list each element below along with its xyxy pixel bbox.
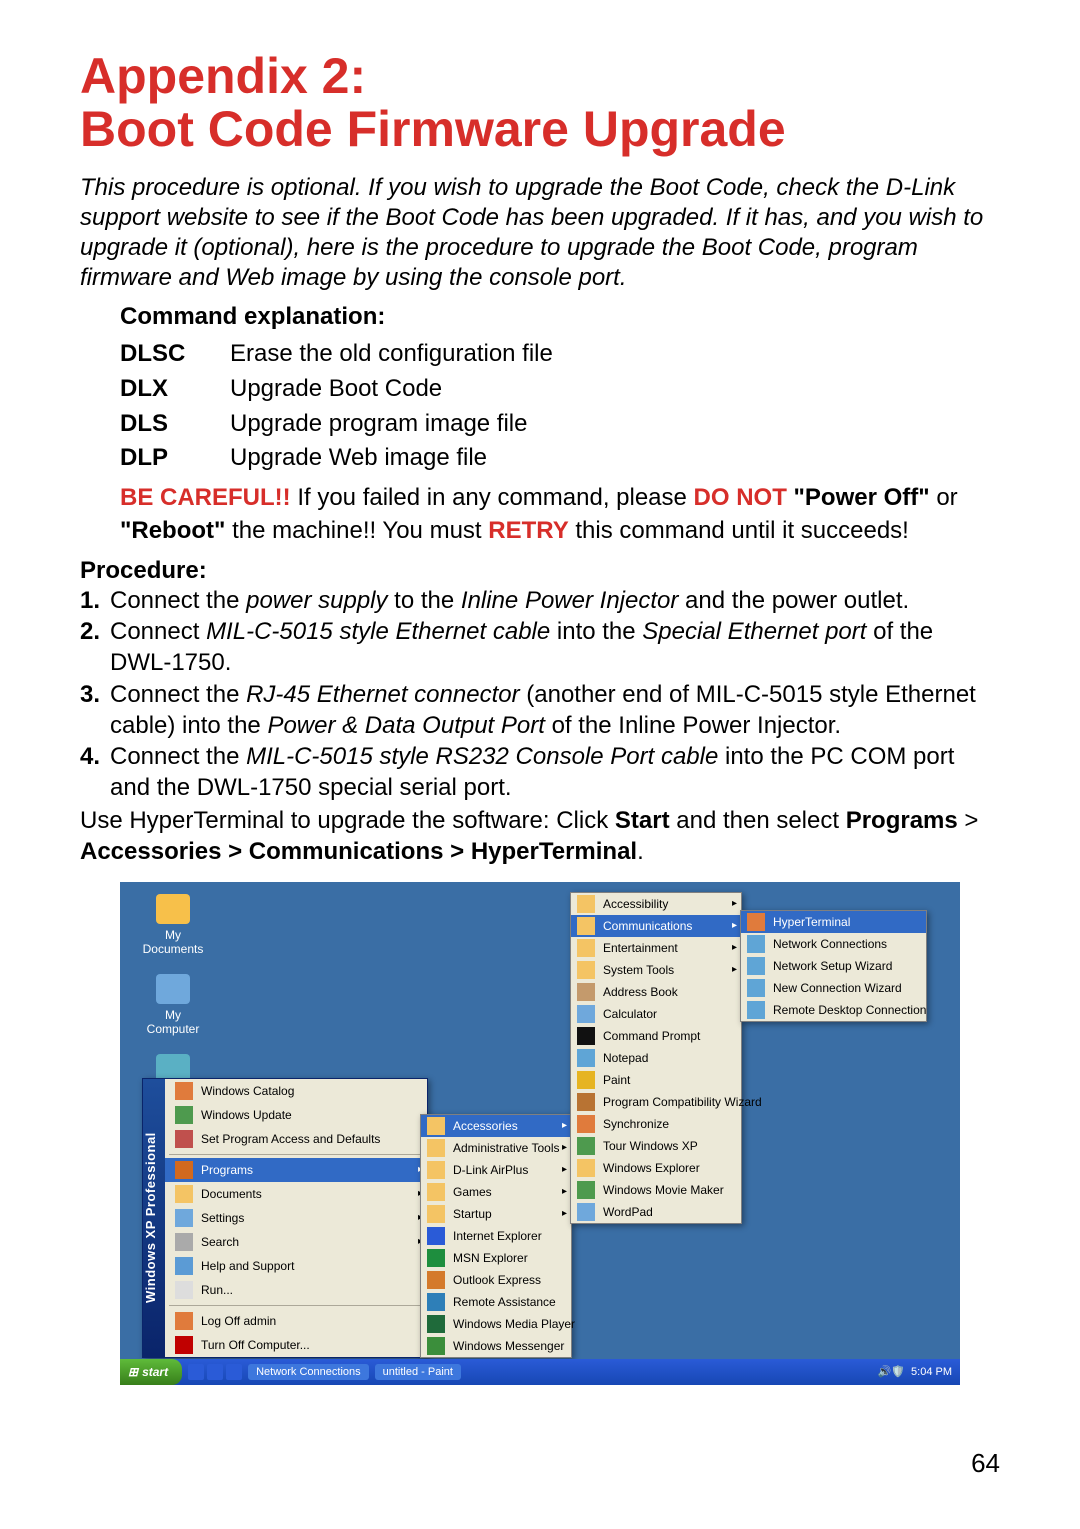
step-number: 4. bbox=[80, 741, 110, 772]
menu-item[interactable]: Network Setup Wizard bbox=[741, 955, 926, 977]
taskbar-item[interactable]: Network Connections bbox=[248, 1364, 369, 1380]
start-button[interactable]: ⊞start bbox=[120, 1359, 182, 1385]
windows-icon: ⊞ bbox=[128, 1365, 138, 1379]
menu-item[interactable]: MSN Explorer bbox=[421, 1247, 571, 1269]
programs-submenu[interactable]: Accessories Administrative Tools D-Link … bbox=[420, 1114, 572, 1358]
document-page: Appendix 2:Boot Code Firmware Upgrade Th… bbox=[0, 0, 1080, 1529]
step-number: 3. bbox=[80, 679, 110, 710]
start-item-update[interactable]: Windows Update bbox=[165, 1103, 427, 1127]
menu-item[interactable]: Startup bbox=[421, 1203, 571, 1225]
menu-item[interactable]: New Connection Wizard bbox=[741, 977, 926, 999]
procedure-step: 1. Connect the power supply to the Inlin… bbox=[80, 585, 1000, 616]
menu-item[interactable]: Command Prompt bbox=[571, 1025, 741, 1047]
start-item-catalog[interactable]: Windows Catalog bbox=[165, 1079, 427, 1103]
menu-item[interactable]: Paint bbox=[571, 1069, 741, 1091]
warn-careful: BE CAREFUL!! bbox=[120, 484, 291, 511]
menu-item[interactable]: Address Book bbox=[571, 981, 741, 1003]
menu-item[interactable]: WordPad bbox=[571, 1201, 741, 1223]
menu-item-accessories[interactable]: Accessories bbox=[421, 1115, 571, 1137]
step-number: 2. bbox=[80, 616, 110, 647]
command-code: DLP bbox=[120, 441, 230, 476]
command-code: DLX bbox=[120, 372, 230, 407]
page-number: 64 bbox=[971, 1448, 1000, 1479]
intro-paragraph: This procedure is optional. If you wish … bbox=[80, 173, 1000, 293]
menu-item[interactable]: Outlook Express bbox=[421, 1269, 571, 1291]
desktop-icon-documents[interactable]: My Documents bbox=[138, 894, 208, 956]
menu-item[interactable]: Program Compatibility Wizard bbox=[571, 1091, 741, 1113]
quick-launch[interactable] bbox=[188, 1364, 242, 1380]
menu-item[interactable]: Calculator bbox=[571, 1003, 741, 1025]
menu-item-communications[interactable]: Communications bbox=[571, 915, 741, 937]
menu-item[interactable]: Games bbox=[421, 1181, 571, 1203]
step-number: 1. bbox=[80, 585, 110, 616]
procedure-heading: Procedure: bbox=[80, 557, 1000, 585]
desktop-icon-computer[interactable]: My Computer bbox=[138, 974, 208, 1036]
start-menu-stripe: Windows XP Professional bbox=[143, 1079, 165, 1357]
menu-item[interactable]: Remote Assistance bbox=[421, 1291, 571, 1313]
menu-item[interactable]: Network Connections bbox=[741, 933, 926, 955]
command-row: DLSC Erase the old configuration file bbox=[120, 337, 1000, 372]
taskbar: ⊞start Network Connections untitled - Pa… bbox=[120, 1359, 960, 1385]
start-item-run[interactable]: Run... bbox=[165, 1278, 427, 1302]
start-item-turnoff[interactable]: Turn Off Computer... bbox=[165, 1333, 427, 1357]
command-row: DLS Upgrade program image file bbox=[120, 407, 1000, 442]
menu-item[interactable]: Entertainment bbox=[571, 937, 741, 959]
command-row: DLP Upgrade Web image file bbox=[120, 441, 1000, 476]
start-item-logoff[interactable]: Log Off admin bbox=[165, 1309, 427, 1333]
start-item-help[interactable]: Help and Support bbox=[165, 1254, 427, 1278]
start-item-search[interactable]: Search bbox=[165, 1230, 427, 1254]
command-explanation-heading: Command explanation: bbox=[80, 303, 1000, 331]
start-item-program-access[interactable]: Set Program Access and Defaults bbox=[165, 1127, 427, 1151]
menu-item[interactable]: Internet Explorer bbox=[421, 1225, 571, 1247]
menu-item[interactable]: Accessibility bbox=[571, 893, 741, 915]
procedure-step: 4. Connect the MIL-C-5015 style RS232 Co… bbox=[80, 741, 1000, 803]
system-tray[interactable]: 🔊🛡️5:04 PM bbox=[870, 1365, 960, 1378]
menu-item[interactable]: D-Link AirPlus bbox=[421, 1159, 571, 1181]
command-table: DLSC Erase the old configuration file DL… bbox=[80, 337, 1000, 476]
start-item-settings[interactable]: Settings bbox=[165, 1206, 427, 1230]
warning-text: BE CAREFUL!! If you failed in any comman… bbox=[80, 482, 1000, 547]
procedure-step: 3. Connect the RJ-45 Ethernet connector … bbox=[80, 679, 1000, 741]
hyperterminal-instruction: Use HyperTerminal to upgrade the softwar… bbox=[80, 805, 1000, 867]
desktop-icons: My Documents My Computer bbox=[138, 894, 208, 1102]
command-desc: Upgrade Web image file bbox=[230, 441, 1000, 476]
command-desc: Erase the old configuration file bbox=[230, 337, 1000, 372]
menu-item[interactable]: Windows Messenger bbox=[421, 1335, 571, 1357]
step-text: Connect MIL-C-5015 style Ethernet cable … bbox=[110, 616, 1000, 678]
menu-item[interactable]: Windows Media Player bbox=[421, 1313, 571, 1335]
start-menu[interactable]: Windows XP Professional Windows Catalog … bbox=[142, 1078, 428, 1358]
menu-item-hyperterminal[interactable]: HyperTerminal bbox=[741, 911, 926, 933]
command-code: DLS bbox=[120, 407, 230, 442]
accessories-submenu[interactable]: Accessibility Communications Entertainme… bbox=[570, 892, 742, 1224]
menu-item[interactable]: Windows Movie Maker bbox=[571, 1179, 741, 1201]
warn-donot: DO NOT bbox=[694, 484, 787, 511]
windows-xp-screenshot: My Documents My Computer Windows XP Prof… bbox=[120, 882, 960, 1385]
command-desc: Upgrade program image file bbox=[230, 407, 1000, 442]
command-desc: Upgrade Boot Code bbox=[230, 372, 1000, 407]
communications-submenu[interactable]: HyperTerminal Network Connections Networ… bbox=[740, 910, 927, 1022]
menu-item[interactable]: Synchronize bbox=[571, 1113, 741, 1135]
menu-item[interactable]: Administrative Tools bbox=[421, 1137, 571, 1159]
procedure-list: 1. Connect the power supply to the Inlin… bbox=[80, 585, 1000, 803]
step-text: Connect the RJ-45 Ethernet connector (an… bbox=[110, 679, 1000, 741]
menu-item[interactable]: Remote Desktop Connection bbox=[741, 999, 926, 1021]
menu-item[interactable]: System Tools bbox=[571, 959, 741, 981]
menu-item[interactable]: Notepad bbox=[571, 1047, 741, 1069]
procedure-step: 2. Connect MIL-C-5015 style Ethernet cab… bbox=[80, 616, 1000, 678]
page-title: Appendix 2:Boot Code Firmware Upgrade bbox=[80, 50, 1000, 155]
menu-item[interactable]: Windows Explorer bbox=[571, 1157, 741, 1179]
command-code: DLSC bbox=[120, 337, 230, 372]
start-item-documents[interactable]: Documents bbox=[165, 1182, 427, 1206]
warn-retry: RETRY bbox=[488, 517, 568, 544]
start-item-programs[interactable]: Programs bbox=[165, 1158, 427, 1182]
step-text: Connect the MIL-C-5015 style RS232 Conso… bbox=[110, 741, 1000, 803]
title-line1: Appendix 2:Boot Code Firmware Upgrade bbox=[80, 48, 786, 157]
step-text: Connect the power supply to the Inline P… bbox=[110, 585, 1000, 616]
menu-item[interactable]: Tour Windows XP bbox=[571, 1135, 741, 1157]
command-row: DLX Upgrade Boot Code bbox=[120, 372, 1000, 407]
taskbar-item[interactable]: untitled - Paint bbox=[375, 1364, 461, 1380]
